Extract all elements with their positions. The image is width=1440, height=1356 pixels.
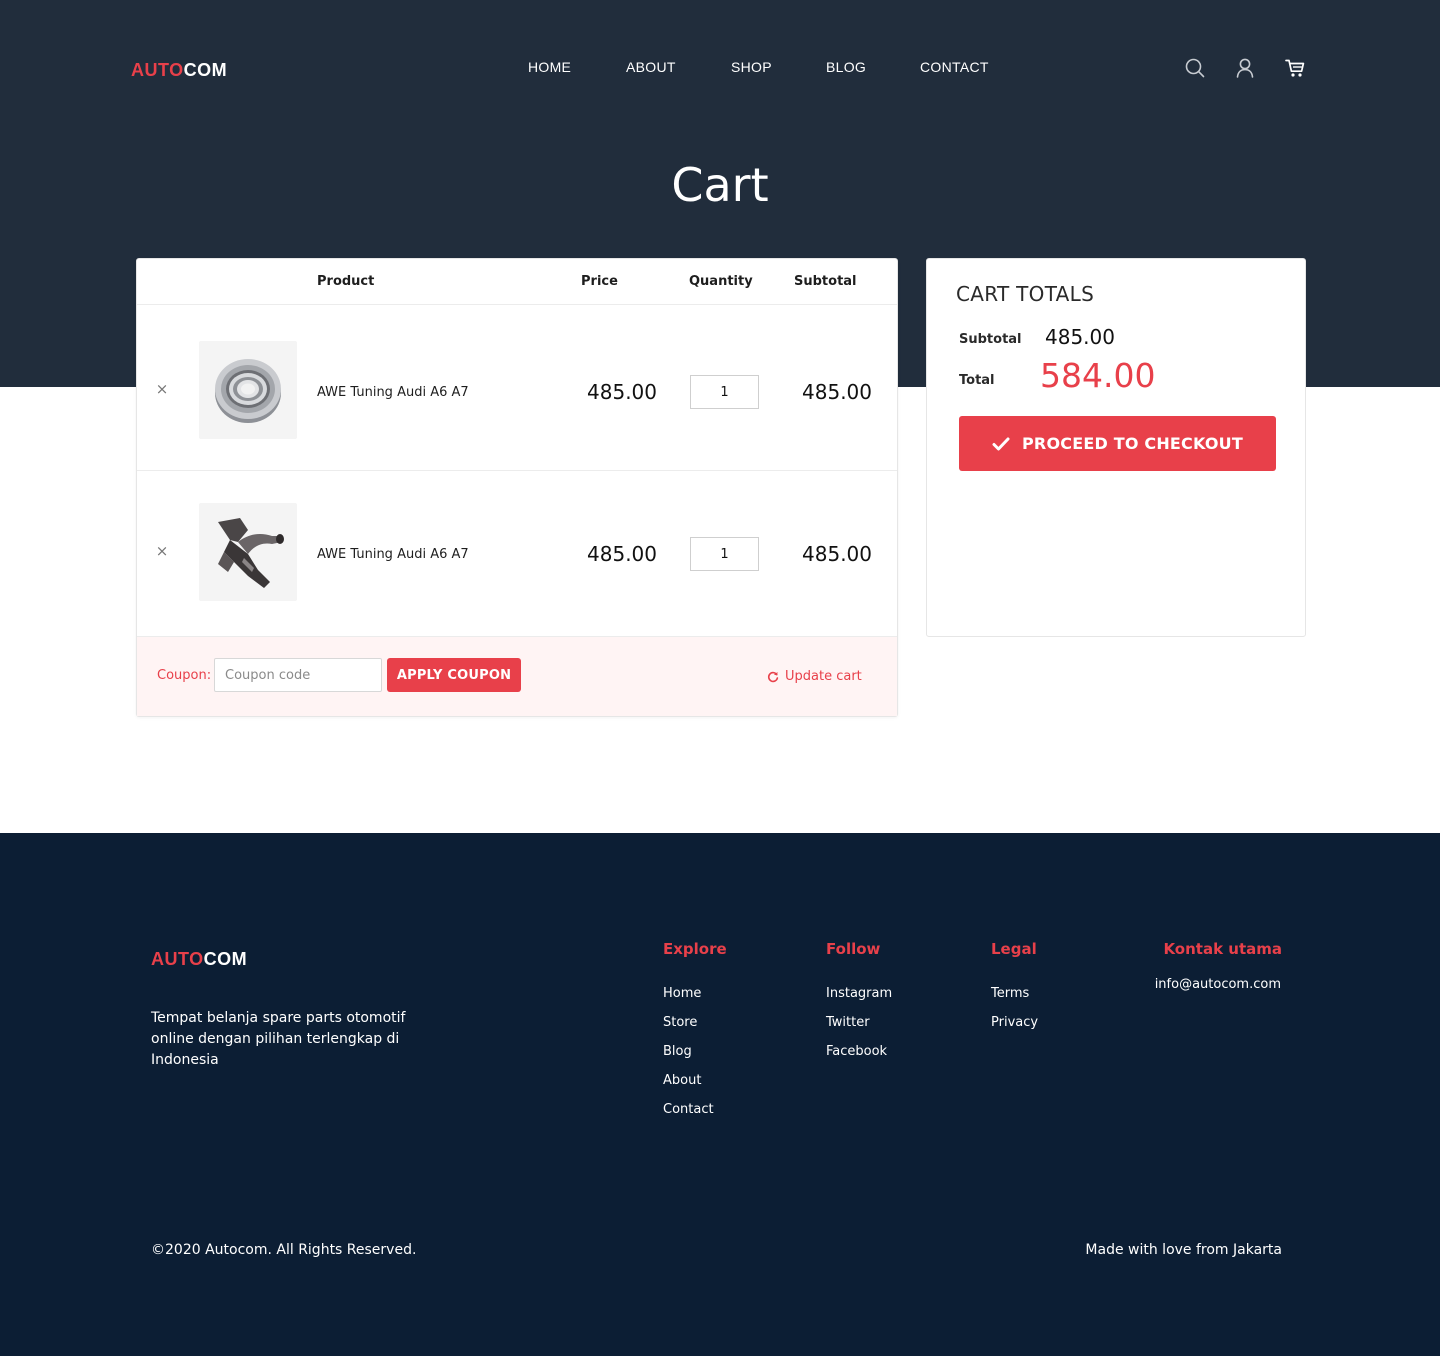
page-title: Cart	[671, 158, 769, 212]
nav-contact[interactable]: CONTACT	[920, 59, 989, 75]
footer-brand-logo[interactable]: AUTOCOM	[151, 949, 247, 970]
nav-about[interactable]: ABOUT	[626, 59, 676, 75]
footer-link-facebook[interactable]: Facebook	[826, 1044, 887, 1059]
column-header-price: Price	[581, 274, 618, 289]
coupon-code-input[interactable]	[214, 658, 382, 692]
nav-blog[interactable]: BLOG	[826, 59, 866, 75]
remove-item-button[interactable]: ×	[155, 542, 169, 560]
quantity-input[interactable]	[690, 537, 759, 571]
apply-coupon-button[interactable]: APPLY COUPON	[387, 658, 521, 692]
footer-link-blog[interactable]: Blog	[663, 1044, 692, 1059]
totals-total-value: 584.00	[1040, 356, 1156, 395]
footer-link-store[interactable]: Store	[663, 1015, 697, 1030]
footer-link-twitter[interactable]: Twitter	[826, 1015, 870, 1030]
footer-heading-follow: Follow	[826, 940, 881, 958]
footer-link-about[interactable]: About	[663, 1073, 701, 1088]
checkout-label: PROCEED TO CHECKOUT	[1022, 434, 1243, 453]
footer-link-privacy[interactable]: Privacy	[991, 1015, 1038, 1030]
cart-row: × AWE Tuning Audi A6 A7 485.00 485.00	[137, 305, 897, 471]
checkmark-icon	[992, 437, 1010, 450]
proceed-to-checkout-button[interactable]: PROCEED TO CHECKOUT	[959, 416, 1276, 471]
cart-table-header: Product Price Quantity Subtotal	[137, 259, 897, 305]
totals-total-label: Total	[959, 373, 995, 388]
coupon-bar: Coupon: APPLY COUPON Update cart	[137, 637, 897, 716]
product-subtotal: 485.00	[802, 380, 872, 404]
footer-link-terms[interactable]: Terms	[991, 986, 1029, 1001]
cart-totals-title: CART TOTALS	[956, 282, 1095, 306]
site-footer: AUTOCOM Tempat belanja spare parts otomo…	[0, 833, 1440, 1356]
footer-link-contact[interactable]: Contact	[663, 1102, 714, 1117]
nav-home[interactable]: HOME	[528, 59, 571, 75]
cart-row: × AWE Tuning Audi A6 A7 485.00 485.00	[137, 471, 897, 637]
footer-link-instagram[interactable]: Instagram	[826, 986, 892, 1001]
user-icon[interactable]	[1234, 57, 1256, 79]
nav-shop[interactable]: SHOP	[731, 59, 772, 75]
product-name[interactable]: AWE Tuning Audi A6 A7	[317, 547, 469, 562]
coupon-label: Coupon:	[157, 668, 212, 683]
update-cart-button[interactable]: Update cart	[767, 669, 862, 684]
product-name[interactable]: AWE Tuning Audi A6 A7	[317, 385, 469, 400]
footer-copyright: ©2020 Autocom. All Rights Reserved.	[151, 1242, 417, 1258]
footer-tagline: Made with love from Jakarta	[1085, 1242, 1282, 1258]
product-price: 485.00	[587, 380, 657, 404]
quantity-input[interactable]	[690, 375, 759, 409]
remove-item-button[interactable]: ×	[155, 380, 169, 398]
cart-icon[interactable]	[1284, 57, 1306, 79]
totals-subtotal-label: Subtotal	[959, 332, 1022, 347]
cart-table: Product Price Quantity Subtotal × AWE Tu…	[136, 258, 898, 717]
refresh-icon	[767, 671, 779, 682]
footer-contact-email[interactable]: info@autocom.com	[1155, 977, 1281, 992]
cart-totals-panel: CART TOTALS Subtotal 485.00 Total 584.00…	[926, 258, 1306, 637]
column-header-subtotal: Subtotal	[794, 274, 857, 289]
footer-heading-contact: Kontak utama	[1163, 940, 1282, 958]
footer-heading-explore: Explore	[663, 940, 727, 958]
main-nav: HOME ABOUT SHOP BLOG CONTACT	[0, 59, 1440, 79]
footer-heading-legal: Legal	[991, 940, 1037, 958]
product-image-intake-pipe[interactable]	[199, 503, 297, 601]
product-subtotal: 485.00	[802, 542, 872, 566]
totals-subtotal-value: 485.00	[1045, 325, 1115, 349]
column-header-product: Product	[317, 274, 375, 289]
search-icon[interactable]	[1184, 57, 1206, 79]
product-image-wheel-bearing[interactable]	[199, 341, 297, 439]
footer-link-home[interactable]: Home	[663, 986, 701, 1001]
column-header-quantity: Quantity	[689, 274, 753, 289]
update-cart-label: Update cart	[785, 669, 862, 684]
footer-description: Tempat belanja spare parts otomotif onli…	[151, 1010, 406, 1068]
product-price: 485.00	[587, 542, 657, 566]
